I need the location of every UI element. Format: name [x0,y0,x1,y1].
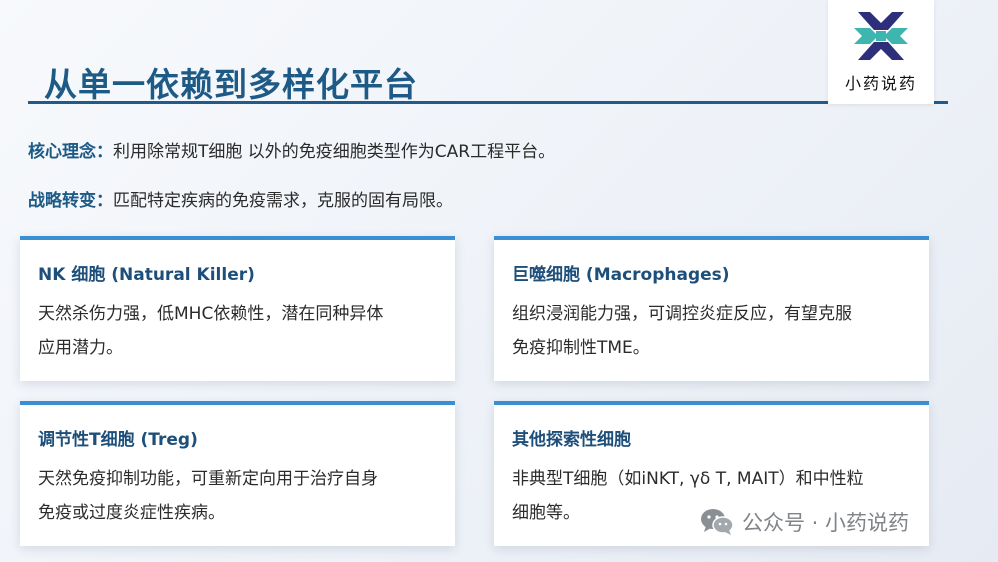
card-title: NK 细胞 (Natural Killer) [38,265,255,285]
watermark-text: 公众号 · 小药说药 [742,511,910,535]
wechat-icon [700,508,734,536]
card-body-line: 组织浸润能力强，可调控炎症反应，有望克服 [512,304,852,324]
card-body: 天然杀伤力强，低MHC依赖性，潜在同种异体 应用潜力。 [38,297,437,365]
card-body-line: 免疫或过度炎症性疾病。 [38,503,225,523]
card-body-line: 免疫抑制性TME。 [512,338,650,358]
card-body: 组织浸润能力强，可调控炎症反应，有望克服 免疫抑制性TME。 [512,297,911,365]
strategy-shift-text: 匹配特定疾病的免疫需求，克服的固有局限。 [113,191,453,211]
slide-title: 从单一依赖到多样化平台 [44,65,418,104]
card-nk-cells: NK 细胞 (Natural Killer) 天然杀伤力强，低MHC依赖性，潜在… [20,236,455,381]
card-macrophages: 巨噬细胞 (Macrophages) 组织浸润能力强，可调控炎症反应，有望克服免… [494,236,929,381]
core-concept-text: 利用除常规T细胞 以外的免疫细胞类型作为CAR工程平台。 [113,142,556,162]
card-title: 巨噬细胞 (Macrophages) [512,265,730,285]
strategy-shift-line: 战略转变：匹配特定疾病的免疫需求，克服的固有局限。 [28,186,453,211]
strategy-shift-label: 战略转变： [28,191,113,211]
core-concept-label: 核心理念： [28,142,113,162]
watermark: 公众号 · 小药说药 [700,506,909,538]
card-body-line: 非典型T细胞（如iNKT, γδ T, MAIT）和中性粒 [512,469,864,489]
card-body-line: 细胞等。 [512,503,580,523]
logo: 小药说药 [828,0,934,104]
card-body-line: 天然杀伤力强，低MHC依赖性，潜在同种异体 [38,304,384,324]
card-body: 天然免疫抑制功能，可重新定向用于治疗自身 免疫或过度炎症性疾病。 [38,462,437,530]
title-divider [28,101,948,104]
card-title: 其他探索性细胞 [512,430,631,450]
card-treg: 调节性T细胞 (Treg) 天然免疫抑制功能，可重新定向用于治疗自身 免疫或过度炎… [20,401,455,546]
card-title: 调节性T细胞 (Treg) [38,430,198,450]
logo-mark-icon [854,12,908,60]
card-body-line: 应用潜力。 [38,338,123,358]
card-body-line: 天然免疫抑制功能，可重新定向用于治疗自身 [38,469,378,489]
logo-text: 小药说药 [844,74,917,93]
core-concept-line: 核心理念：利用除常规T细胞 以外的免疫细胞类型作为CAR工程平台。 [28,137,555,162]
